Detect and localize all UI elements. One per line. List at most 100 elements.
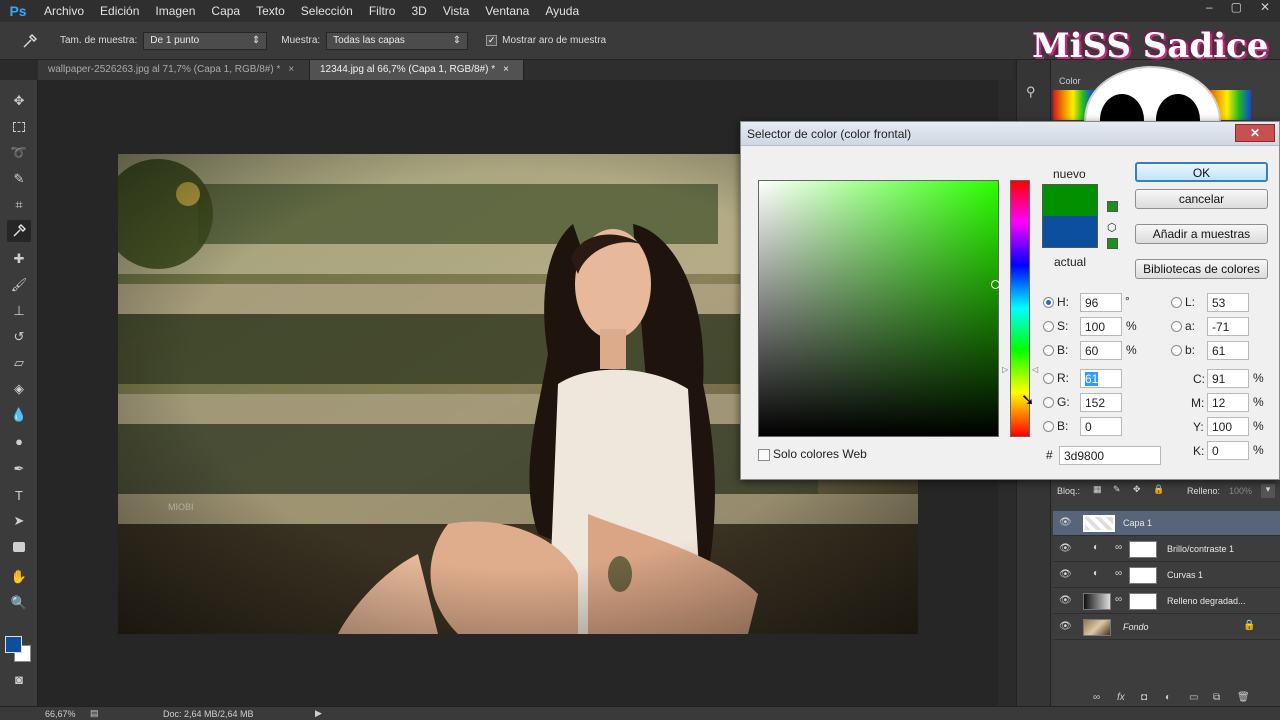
color-libraries-button[interactable]: Bibliotecas de colores: [1135, 259, 1268, 279]
rectangle-tool-icon[interactable]: [7, 536, 31, 558]
eyedropper-tool-preset-icon[interactable]: [18, 30, 42, 52]
tab-wallpaper[interactable]: wallpaper-2526263.jpg al 71,7% (Capa 1, …: [38, 60, 310, 80]
red-field[interactable]: 61: [1080, 369, 1122, 388]
foreground-color-swatch[interactable]: [5, 636, 22, 653]
add-to-swatches-button[interactable]: Añadir a muestras: [1135, 224, 1268, 244]
fill-value[interactable]: 100%: [1229, 486, 1252, 496]
new-layer-icon[interactable]: ⧉: [1213, 692, 1220, 703]
magenta-field[interactable]: 12: [1207, 393, 1249, 412]
lightness-field[interactable]: 53: [1207, 293, 1249, 312]
lock-position-icon[interactable]: ✥: [1133, 484, 1141, 495]
status-menu-arrow-icon[interactable]: ▶: [315, 708, 322, 719]
brush-tool-icon[interactable]: 🖌: [7, 274, 31, 296]
hue-slider-left-arrow-icon[interactable]: ▷: [1002, 365, 1008, 374]
lock-transparent-icon[interactable]: ▦: [1093, 484, 1102, 495]
black-field[interactable]: 0: [1207, 441, 1249, 460]
current-color-swatch[interactable]: [1042, 216, 1098, 248]
eraser-tool-icon[interactable]: ▱: [7, 352, 31, 374]
brightness-field[interactable]: 60: [1080, 341, 1122, 360]
minimize-icon[interactable]: –: [1206, 0, 1213, 14]
in-gamut-swatch[interactable]: [1107, 238, 1118, 249]
menu-filtro[interactable]: Filtro: [361, 0, 404, 22]
menu-ayuda[interactable]: Ayuda: [537, 0, 587, 22]
menu-ventana[interactable]: Ventana: [477, 0, 537, 22]
saturation-radio[interactable]: [1043, 321, 1054, 332]
blur-tool-icon[interactable]: 💧: [7, 404, 31, 426]
doc-info-icon[interactable]: ▤: [90, 708, 99, 719]
crop-tool-icon[interactable]: ⌗: [7, 194, 31, 216]
maximize-icon[interactable]: ▢: [1231, 0, 1242, 14]
history-brush-tool-icon[interactable]: ↺: [7, 326, 31, 348]
lock-all-icon[interactable]: 🔒: [1153, 484, 1164, 495]
fx-icon[interactable]: fx: [1117, 692, 1125, 703]
web-safe-swatch[interactable]: [1107, 201, 1118, 212]
path-selection-tool-icon[interactable]: ➤: [7, 510, 31, 532]
green-radio[interactable]: [1043, 397, 1054, 408]
visibility-eye-icon[interactable]: 👁: [1059, 543, 1072, 554]
eyedropper-tool-icon[interactable]: [7, 220, 31, 242]
menu-archivo[interactable]: Archivo: [36, 0, 92, 22]
visibility-eye-icon[interactable]: 👁: [1059, 517, 1072, 528]
close-tab-icon[interactable]: ×: [288, 60, 294, 80]
visibility-eye-icon[interactable]: 👁: [1059, 621, 1072, 632]
dialog-close-button[interactable]: ✕: [1235, 124, 1275, 142]
brightness-radio[interactable]: [1043, 345, 1054, 356]
pen-tool-icon[interactable]: ✒: [7, 458, 31, 480]
quick-selection-tool-icon[interactable]: ✎: [7, 168, 31, 190]
move-tool-icon[interactable]: ✥: [7, 90, 31, 112]
close-window-icon[interactable]: ✕: [1260, 0, 1270, 14]
healing-brush-tool-icon[interactable]: ✚: [7, 248, 31, 270]
menu-vista[interactable]: Vista: [435, 0, 477, 22]
clone-stamp-tool-icon[interactable]: ⊥: [7, 300, 31, 322]
add-mask-icon[interactable]: ◘: [1141, 692, 1147, 703]
hue-field[interactable]: 96: [1080, 293, 1122, 312]
layer-brillo-contraste-1[interactable]: 👁 ◐ ∞ Brillo/contraste 1: [1053, 537, 1280, 562]
red-radio[interactable]: [1043, 373, 1054, 384]
a-channel-field[interactable]: -71: [1207, 317, 1249, 336]
layer-fondo[interactable]: 👁 Fondo 🔒: [1053, 615, 1280, 640]
type-tool-icon[interactable]: T: [7, 484, 31, 506]
menu-texto[interactable]: Texto: [248, 0, 293, 22]
close-tab-icon[interactable]: ×: [503, 60, 509, 80]
sample-size-select[interactable]: De 1 punto ⇕: [143, 31, 268, 50]
yellow-field[interactable]: 100: [1207, 417, 1249, 436]
marquee-tool-icon[interactable]: [7, 116, 31, 138]
tab-12344[interactable]: 12344.jpg al 66,7% (Capa 1, RGB/8#) * ×: [310, 60, 524, 80]
a-channel-radio[interactable]: [1171, 321, 1182, 332]
lasso-tool-icon[interactable]: ➰: [7, 142, 31, 164]
ok-button[interactable]: OK: [1135, 162, 1268, 182]
sample-select[interactable]: Todas las capas ⇕: [326, 31, 469, 50]
hand-tool-icon[interactable]: ✋: [7, 566, 31, 588]
hue-radio[interactable]: [1043, 297, 1054, 308]
blue-radio[interactable]: [1043, 421, 1054, 432]
hex-field[interactable]: 3d9800: [1059, 446, 1161, 465]
b-channel-radio[interactable]: [1171, 345, 1182, 356]
visibility-eye-icon[interactable]: 👁: [1059, 569, 1072, 580]
web-colors-only-checkbox[interactable]: [758, 449, 770, 461]
layer-curvas-1[interactable]: 👁 ◐ ∞ Curvas 1: [1053, 563, 1280, 588]
menu-3d[interactable]: 3D: [403, 0, 434, 22]
lightness-radio[interactable]: [1171, 297, 1182, 308]
zoom-level[interactable]: 66,67%: [45, 709, 76, 719]
zoom-tool-icon[interactable]: 🔍: [7, 592, 31, 614]
b-channel-field[interactable]: 61: [1207, 341, 1249, 360]
layer-capa-1[interactable]: 👁 Capa 1: [1053, 511, 1280, 536]
new-group-icon[interactable]: ▭: [1189, 692, 1198, 703]
menu-edicion[interactable]: Edición: [92, 0, 147, 22]
hue-slider-right-arrow-icon[interactable]: ◁: [1032, 365, 1038, 374]
cancel-button[interactable]: cancelar: [1135, 189, 1268, 209]
dodge-tool-icon[interactable]: ●: [7, 430, 31, 452]
quick-mask-icon[interactable]: ◙: [7, 668, 31, 690]
new-adjustment-icon[interactable]: ◐: [1165, 692, 1171, 703]
menu-seleccion[interactable]: Selección: [293, 0, 361, 22]
menu-imagen[interactable]: Imagen: [147, 0, 203, 22]
delete-layer-icon[interactable]: 🗑: [1237, 692, 1250, 703]
paint-bucket-tool-icon[interactable]: ◈: [7, 378, 31, 400]
eyedropper-preset-icon[interactable]: ⚲: [1026, 84, 1036, 100]
layer-relleno-degradado[interactable]: 👁 ∞ Relleno degradad...: [1053, 589, 1280, 614]
fill-dropdown-icon[interactable]: ▾: [1261, 484, 1275, 498]
blue-field[interactable]: 0: [1080, 417, 1122, 436]
dialog-title-bar[interactable]: Selector de color (color frontal) ✕: [741, 122, 1279, 146]
color-field-marker[interactable]: [991, 280, 1000, 289]
show-ring-checkbox[interactable]: ✓: [486, 35, 498, 46]
